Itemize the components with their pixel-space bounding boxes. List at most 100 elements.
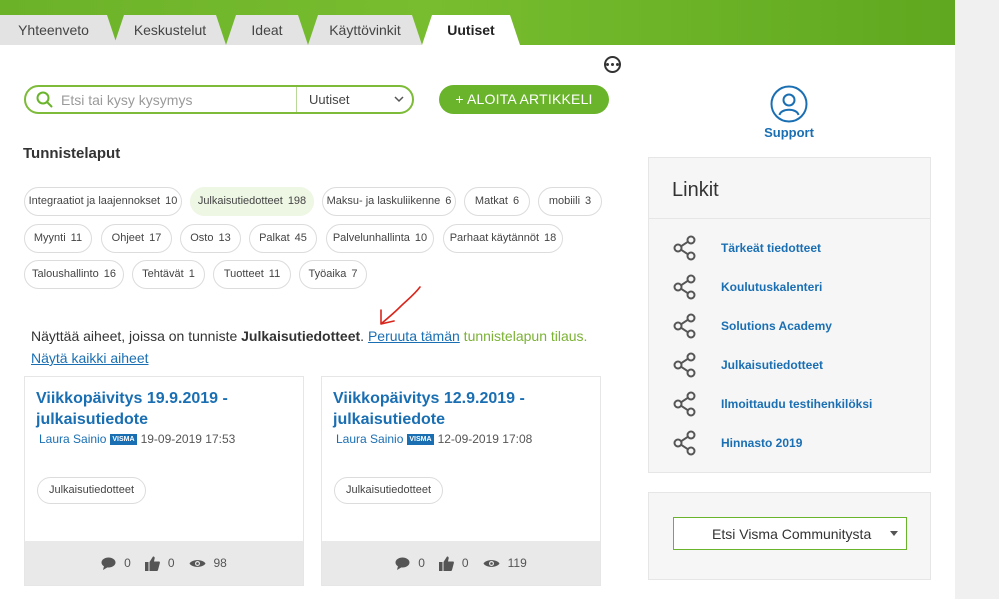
links-title: Linkit — [672, 179, 719, 201]
link-label[interactable]: Julkaisutiedotteet — [721, 358, 823, 372]
tag-chip-label: Taloushallinto — [32, 268, 99, 280]
tag-chip-selected[interactable]: Julkaisutiedotteet 198 — [190, 187, 314, 216]
post-title[interactable]: Viikkopäivitys 19.9.2019 - julkaisutiedo… — [36, 388, 296, 430]
chevron-down-icon — [394, 96, 404, 103]
share-icon — [673, 430, 696, 456]
post-author[interactable]: Laura Sainio — [39, 432, 106, 446]
link-label[interactable]: Koulutuskalenteri — [721, 280, 822, 294]
post-stats: 0 0 119 — [322, 541, 600, 585]
share-icon — [673, 391, 696, 417]
post-meta: Laura Sainio VISMA 12-09-2019 17:08 — [336, 432, 532, 446]
visma-badge: VISMA — [110, 433, 137, 445]
link-label[interactable]: Solutions Academy — [721, 319, 832, 333]
tag-chip-label: Maksu- ja laskuliikenne — [326, 195, 441, 207]
community-select[interactable]: Etsi Visma Communitysta — [673, 517, 907, 550]
filter-tag-name: Julkaisutiedotteet — [241, 328, 361, 344]
link-item[interactable]: Hinnasto 2019 — [672, 429, 802, 457]
tag-chip-label: Tuotteet — [223, 268, 264, 280]
post-stats: 0 0 98 — [25, 541, 303, 585]
search-scope-select[interactable]: Uutiset — [297, 87, 412, 112]
link-item[interactable]: Solutions Academy — [672, 312, 832, 340]
start-article-button[interactable]: + ALOITA ARTIKKELI — [439, 85, 609, 114]
tag-chip[interactable]: Maksu- ja laskuliikenne 6 — [322, 187, 456, 216]
tag-chip[interactable]: Matkat 6 — [464, 187, 530, 216]
link-label[interactable]: Tärkeät tiedotteet — [721, 241, 821, 255]
tag-chip-count: 7 — [351, 268, 358, 280]
tag-chip[interactable]: Palvelunhallinta 10 — [326, 224, 434, 253]
tab-kayttovinkit[interactable]: Käyttövinkit — [308, 15, 422, 45]
tag-chip-count: 11 — [268, 268, 281, 280]
likes-count: 0 — [167, 556, 175, 570]
post-date: 12-09-2019 17:08 — [437, 432, 533, 446]
link-item[interactable]: Ilmoittaudu testihenkilöksi — [672, 390, 872, 418]
visma-badge: VISMA — [407, 433, 434, 445]
tag-chip[interactable]: Osto 13 — [180, 224, 241, 253]
tag-chip-count: 6 — [445, 195, 452, 207]
tab-ideat[interactable]: Ideat — [226, 15, 308, 45]
comments-count: 0 — [418, 556, 425, 570]
unsubscribe-link[interactable]: Peruuta tämän — [368, 328, 460, 344]
tag-chip-label: Julkaisutiedotteet — [197, 195, 283, 207]
search-field — [26, 87, 297, 112]
likes-stat: 0 — [144, 556, 175, 571]
show-all-link[interactable]: Näytä kaikki aiheet — [31, 350, 149, 366]
tag-chip-label: Parhaat käytännöt — [449, 232, 540, 244]
tag-chip-label: Tehtävät — [142, 268, 184, 280]
support-link[interactable]: Support — [760, 85, 818, 140]
unsubscribe-rest: tunnistelapun tilaus. — [459, 328, 588, 344]
tab-keskustelut[interactable]: Keskustelut — [114, 15, 226, 45]
post-author[interactable]: Laura Sainio — [336, 432, 403, 446]
tag-chip-count: 13 — [218, 232, 231, 244]
caret-down-icon — [890, 531, 898, 536]
comment-icon — [395, 557, 410, 570]
right-gutter — [955, 0, 999, 599]
share-icon — [673, 235, 696, 261]
tag-chip[interactable]: Palkat 45 — [249, 224, 317, 253]
thumbs-up-icon[interactable] — [144, 556, 160, 571]
post-tag[interactable]: Julkaisutiedotteet — [334, 477, 443, 504]
views-count: 119 — [507, 556, 527, 570]
more-options-icon[interactable] — [604, 56, 621, 73]
tag-chip-label: Matkat — [474, 195, 508, 207]
link-item[interactable]: Koulutuskalenteri — [672, 273, 822, 301]
post-title[interactable]: Viikkopäivitys 12.9.2019 - julkaisutiedo… — [333, 388, 593, 430]
support-label: Support — [764, 125, 814, 140]
link-item[interactable]: Tärkeät tiedotteet — [672, 234, 821, 262]
tag-chip[interactable]: Tuotteet 11 — [213, 260, 291, 289]
tag-chip-count: 18 — [544, 232, 557, 244]
links-panel: Linkit Tärkeät tiedotteet Koulutuskalent… — [648, 157, 931, 473]
tag-chip-label: mobiili — [548, 195, 581, 207]
tags-heading: Tunnistelaput — [23, 145, 121, 162]
likes-count: 0 — [461, 556, 469, 570]
share-icon — [673, 313, 696, 339]
search-input[interactable] — [61, 91, 281, 108]
tag-chip-count: 45 — [294, 232, 307, 244]
annotation-arrow-icon — [380, 286, 421, 325]
filter-period: . — [360, 328, 368, 344]
tab-yhteenveto[interactable]: Yhteenveto — [0, 15, 117, 45]
tag-chip[interactable]: Tehtävät 1 — [132, 260, 205, 289]
tag-chip-count: 10 — [165, 195, 178, 207]
views-stat: 119 — [483, 556, 527, 570]
tag-chip[interactable]: Työaika 7 — [299, 260, 367, 289]
views-count: 98 — [213, 556, 227, 570]
tag-chip-label: Osto — [190, 232, 214, 244]
tag-chip[interactable]: Ohjeet 17 — [101, 224, 172, 253]
tag-chip[interactable]: Parhaat käytännöt 18 — [443, 224, 563, 253]
thumbs-up-icon[interactable] — [438, 556, 454, 571]
link-label[interactable]: Ilmoittaudu testihenkilöksi — [721, 397, 872, 411]
post-tag[interactable]: Julkaisutiedotteet — [37, 477, 146, 504]
comments-stat: 0 — [101, 556, 131, 570]
tag-chip[interactable]: mobiili 3 — [538, 187, 602, 216]
community-select-label: Etsi Visma Communitysta — [712, 525, 872, 542]
link-label[interactable]: Hinnasto 2019 — [721, 436, 802, 450]
tag-chip[interactable]: Myynti 11 — [24, 224, 92, 253]
post-card: Viikkopäivitys 12.9.2019 - julkaisutiedo… — [321, 376, 601, 586]
tag-chip[interactable]: Integraatiot ja laajennokset 10 — [24, 187, 182, 216]
link-item[interactable]: Julkaisutiedotteet — [672, 351, 823, 379]
tag-chip[interactable]: Taloushallinto 16 — [24, 260, 124, 289]
divider — [649, 218, 930, 219]
tag-chip-count: 198 — [287, 195, 307, 207]
post-meta: Laura Sainio VISMA 19-09-2019 17:53 — [39, 432, 235, 446]
tab-uutiset[interactable]: Uutiset — [422, 15, 520, 45]
